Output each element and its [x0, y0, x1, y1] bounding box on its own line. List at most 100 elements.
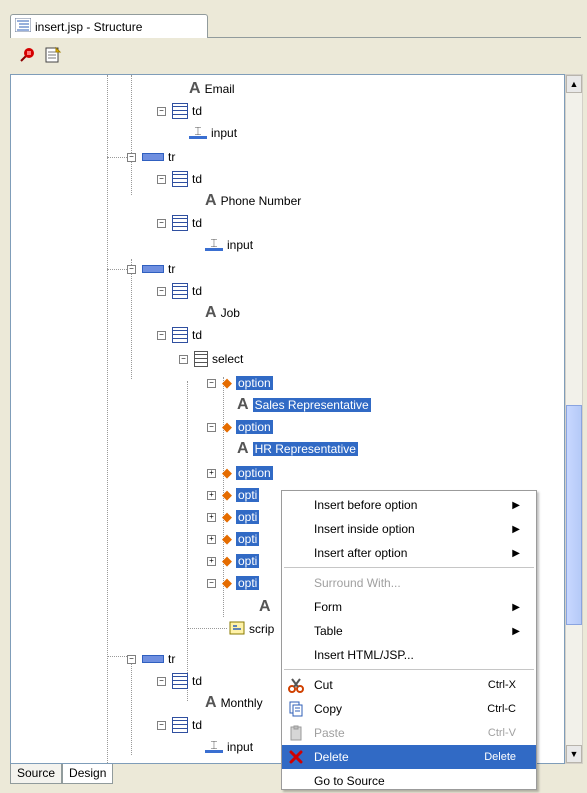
menu-item-insert-after[interactable]: Insert after option ▶: [282, 541, 536, 565]
tab-design[interactable]: Design: [62, 764, 114, 784]
collapse-icon[interactable]: −: [157, 106, 166, 116]
expand-icon[interactable]: +: [207, 490, 216, 500]
menu-item-label: Copy: [314, 702, 343, 716]
collapse-icon[interactable]: −: [207, 422, 216, 432]
input-icon: ⌶: [205, 738, 223, 753]
tree-node-td[interactable]: − td: [157, 671, 202, 691]
menu-item-copy[interactable]: Copy Ctrl-C: [282, 697, 536, 721]
option-icon: ◆: [222, 575, 232, 590]
tree-node-label: td: [192, 718, 203, 732]
expand-icon[interactable]: +: [207, 512, 216, 522]
menu-item-delete[interactable]: Delete Delete: [282, 745, 536, 769]
tree-node-phone-text[interactable]: A Phone Number: [205, 191, 301, 211]
menu-item-insert-html-jsp[interactable]: Insert HTML/JSP...: [282, 643, 536, 667]
vertical-scrollbar[interactable]: ▲ ▼: [565, 74, 583, 764]
menu-item-label: Table: [314, 624, 343, 638]
tree-node-td[interactable]: − td: [157, 101, 202, 121]
structure-tab[interactable]: insert.jsp - Structure: [10, 14, 208, 38]
tree-node-email-text[interactable]: A Email: [189, 79, 235, 99]
tree-node-label: Monthly: [220, 696, 263, 710]
option-icon: ◆: [222, 465, 232, 480]
context-menu: Insert before option ▶ Insert inside opt…: [281, 490, 537, 790]
menu-item-shortcut: Ctrl-X: [487, 679, 516, 691]
tree-node-label: opti: [236, 488, 260, 502]
collapse-icon[interactable]: −: [157, 676, 166, 686]
submenu-arrow-icon: ▶: [512, 499, 520, 511]
text-icon: A: [237, 396, 249, 413]
tree-node-label: td: [192, 172, 203, 186]
tree-node-td[interactable]: − td: [157, 169, 202, 189]
scroll-up-icon[interactable]: ▲: [566, 75, 582, 93]
menu-item-surround-with[interactable]: Surround With...: [282, 571, 536, 595]
option-icon: ◆: [222, 509, 232, 524]
tr-icon: [142, 153, 164, 161]
tree-node-input[interactable]: ⌶ input: [189, 123, 237, 143]
collapse-icon[interactable]: −: [207, 578, 216, 588]
tree-node-td[interactable]: − td: [157, 281, 202, 301]
tree-node-label: input: [211, 126, 238, 140]
collapse-icon[interactable]: −: [207, 378, 216, 388]
tree-node-td[interactable]: − td: [157, 325, 202, 345]
tree-node-label: scrip: [249, 622, 275, 636]
menu-item-shortcut: Delete: [484, 751, 516, 763]
scroll-thumb[interactable]: [566, 405, 582, 625]
tree-node-job-text[interactable]: A Job: [205, 303, 240, 323]
collapse-icon[interactable]: −: [127, 654, 136, 664]
tree-node-monthly-text[interactable]: A Monthly: [205, 693, 263, 713]
menu-item-label: Insert HTML/JSP...: [314, 648, 414, 662]
tree-node-text-selected[interactable]: A HR Representative: [237, 439, 358, 459]
tree-node-td[interactable]: − td: [157, 715, 202, 735]
tree-node-td[interactable]: − td: [157, 213, 202, 233]
expand-icon[interactable]: +: [207, 556, 216, 566]
menu-item-insert-inside[interactable]: Insert inside option ▶: [282, 517, 536, 541]
tree-node-option-selected[interactable]: + ◆ opti: [207, 551, 260, 571]
input-icon: ⌶: [189, 124, 207, 139]
tree-node-label: Email: [204, 82, 235, 96]
collapse-icon[interactable]: −: [157, 330, 166, 340]
tree-node-tr[interactable]: − tr: [127, 147, 175, 167]
tree-node-label: Job: [220, 306, 240, 320]
tree-node-option-selected[interactable]: − ◆ option: [207, 373, 273, 393]
collapse-icon[interactable]: −: [127, 152, 136, 162]
tab-source[interactable]: Source: [10, 764, 63, 784]
tree-node-input[interactable]: ⌶ input: [205, 235, 253, 255]
tree-node-text[interactable]: A: [259, 597, 275, 617]
collapse-icon[interactable]: −: [157, 218, 166, 228]
menu-item-form[interactable]: Form ▶: [282, 595, 536, 619]
menu-item-paste[interactable]: Paste Ctrl-V: [282, 721, 536, 745]
tree-node-option-selected[interactable]: + ◆ option: [207, 463, 273, 483]
option-icon: ◆: [222, 375, 232, 390]
menu-item-go-to-source[interactable]: Go to Source: [282, 769, 536, 793]
tree-node-tr[interactable]: − tr: [127, 259, 175, 279]
scroll-down-icon[interactable]: ▼: [566, 745, 582, 763]
menu-item-label: Insert inside option: [314, 522, 415, 536]
menu-item-insert-before[interactable]: Insert before option ▶: [282, 493, 536, 517]
pin-icon[interactable]: [18, 46, 36, 67]
expand-icon[interactable]: +: [207, 534, 216, 544]
tree-node-option-selected[interactable]: + ◆ opti: [207, 529, 260, 549]
expand-icon[interactable]: +: [207, 468, 216, 478]
tree-node-label: td: [192, 674, 203, 688]
collapse-icon[interactable]: −: [157, 720, 166, 730]
tree-node-option-selected[interactable]: − ◆ option: [207, 417, 273, 437]
menu-item-label: Delete: [314, 750, 349, 764]
menu-item-cut[interactable]: Cut Ctrl-X: [282, 673, 536, 697]
tree-node-input[interactable]: ⌶ input: [205, 737, 253, 757]
tree-node-tr[interactable]: − tr: [127, 649, 175, 669]
collapse-icon[interactable]: −: [127, 264, 136, 274]
collapse-icon[interactable]: −: [179, 354, 188, 364]
tree-node-text-selected[interactable]: A Sales Representative: [237, 395, 371, 415]
edit-properties-icon[interactable]: [44, 46, 62, 67]
tree-node-select[interactable]: − select: [179, 349, 243, 369]
tree-node-option-selected[interactable]: + ◆ opti: [207, 485, 260, 505]
tree-node-label: tr: [168, 652, 176, 666]
tree-node-option-selected[interactable]: − ◆ opti: [207, 573, 260, 593]
tree-node-script[interactable]: scrip: [229, 619, 274, 639]
text-icon: A: [205, 192, 217, 209]
tree-node-option-selected[interactable]: + ◆ opti: [207, 507, 260, 527]
submenu-arrow-icon: ▶: [512, 547, 520, 559]
collapse-icon[interactable]: −: [157, 286, 166, 296]
collapse-icon[interactable]: −: [157, 174, 166, 184]
menu-item-table[interactable]: Table ▶: [282, 619, 536, 643]
td-icon: [172, 215, 188, 231]
